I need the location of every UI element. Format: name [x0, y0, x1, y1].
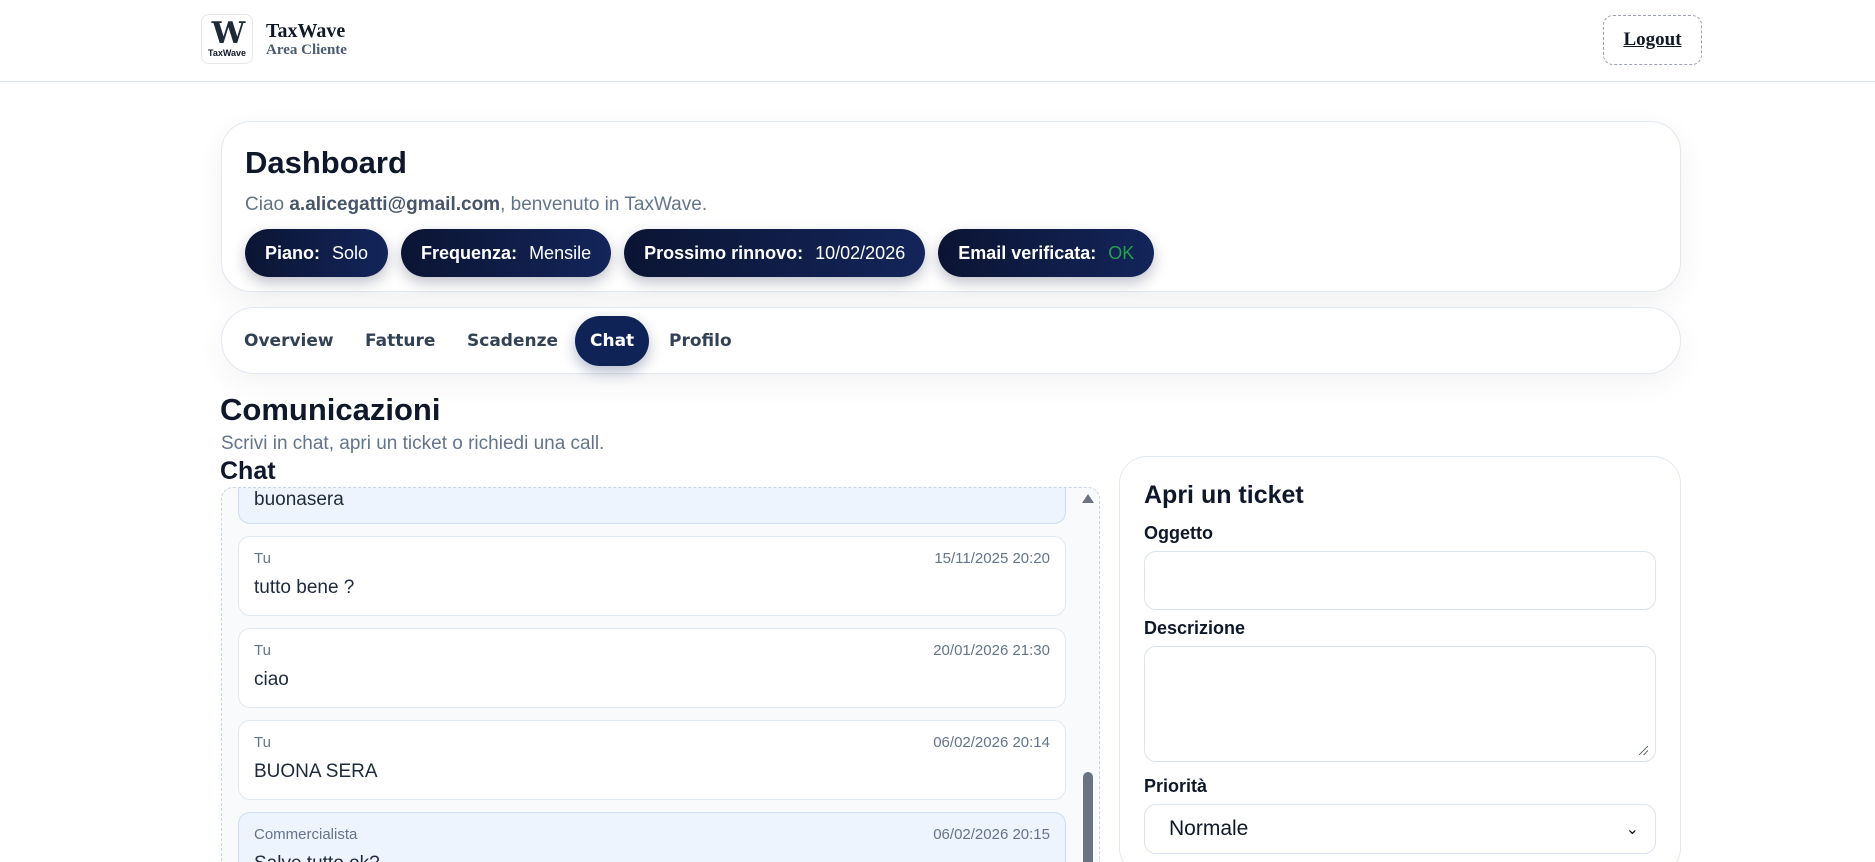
scrollbar-thumb[interactable]: [1083, 772, 1093, 862]
pill-key: Email verificata:: [958, 242, 1097, 263]
section-subtitle: Scrivi in chat, apri un ticket o richied…: [221, 433, 605, 454]
chat-message: Commercialista 06/02/2026 20:15 Salve tu…: [238, 812, 1066, 862]
logo-text: TaxWave: [207, 48, 247, 58]
tab-fatture[interactable]: Fatture: [365, 316, 435, 366]
pill-value: Mensile: [529, 242, 592, 263]
message-author: Commercialista: [254, 826, 358, 843]
chevron-down-icon: ⌄: [1625, 821, 1639, 838]
description-label: Descrizione: [1144, 618, 1246, 638]
message-author: Tu: [254, 550, 271, 567]
chat-message: Tu 15/11/2025 20:20 tutto bene ?: [238, 536, 1066, 616]
chat-message: buonasera: [238, 488, 1066, 524]
pill-value: Solo: [332, 242, 369, 263]
logout-button[interactable]: Logout: [1603, 15, 1702, 65]
subject-input[interactable]: [1144, 551, 1656, 610]
ticket-title: Apri un ticket: [1144, 481, 1304, 509]
message-time: 15/11/2025 20:20: [934, 550, 1050, 567]
greeting: Ciao a.alicegatti@gmail.com, benvenuto i…: [245, 194, 707, 216]
priority-select[interactable]: Normale ⌄: [1144, 804, 1656, 854]
email-verified-pill: Email verificata: OK: [938, 229, 1155, 277]
chat-message: Tu 20/01/2026 21:30 ciao: [238, 628, 1066, 708]
tab-scadenze[interactable]: Scadenze: [467, 316, 558, 366]
status-badge: OK: [1108, 242, 1135, 263]
pill-key: Prossimo rinnovo:: [644, 242, 804, 263]
top-bar: W TaxWave TaxWave Area Cliente Logout: [0, 0, 1875, 82]
priority-label: Priorità: [1144, 776, 1208, 796]
frequency-pill: Frequenza: Mensile: [401, 229, 612, 277]
message-text: BUONA SERA: [254, 761, 378, 782]
message-text: tutto bene ?: [254, 577, 355, 598]
brand-subtitle: Area Cliente: [266, 42, 347, 58]
dashboard-card: Dashboard Ciao a.alicegatti@gmail.com, b…: [221, 121, 1681, 292]
tab-bar: Overview Fatture Scadenze Chat Profilo: [221, 307, 1681, 374]
tab-overview[interactable]: Overview: [244, 316, 334, 366]
message-text: buonasera: [254, 489, 344, 510]
chat-title: Chat: [220, 457, 276, 485]
message-time: 06/02/2026 20:14: [933, 734, 1050, 751]
priority-value: Normale: [1169, 817, 1249, 840]
brand[interactable]: W TaxWave TaxWave Area Cliente: [201, 14, 347, 64]
logo: W TaxWave: [201, 14, 253, 64]
message-author: Tu: [254, 734, 271, 751]
scroll-up-arrow-icon[interactable]: [1082, 494, 1094, 503]
message-author: Tu: [254, 642, 271, 659]
pill-key: Piano:: [265, 242, 321, 263]
message-text: ciao: [254, 669, 289, 690]
greeting-prefix: Ciao: [245, 194, 290, 215]
greeting-suffix: , benvenuto in TaxWave.: [500, 194, 708, 215]
account-pills: Piano: Solo Frequenza: Mensile Prossimo …: [245, 229, 1167, 277]
message-time: 06/02/2026 20:15: [933, 826, 1050, 843]
tab-chat[interactable]: Chat: [575, 316, 650, 366]
logo-glyph: W: [211, 16, 246, 51]
ticket-form: Apri un ticket Oggetto Descrizione Prior…: [1119, 456, 1681, 862]
renewal-pill: Prossimo rinnovo: 10/02/2026: [624, 229, 926, 277]
chat-messages[interactable]: buonasera Tu 15/11/2025 20:20 tutto bene…: [221, 487, 1100, 862]
user-email: a.alicegatti@gmail.com: [289, 194, 501, 215]
description-textarea[interactable]: [1144, 646, 1656, 762]
message-text: Salve tutto ok?: [254, 853, 380, 862]
brand-name: TaxWave: [266, 20, 346, 42]
plan-pill: Piano: Solo: [245, 229, 389, 277]
pill-key: Frequenza:: [421, 242, 518, 263]
page-title: Dashboard: [245, 145, 407, 180]
section-title: Comunicazioni: [220, 392, 441, 427]
resize-handle-icon[interactable]: [1639, 746, 1648, 755]
chat-message: Tu 06/02/2026 20:14 BUONA SERA: [238, 720, 1066, 800]
message-time: 20/01/2026 21:30: [933, 642, 1050, 659]
tab-profilo[interactable]: Profilo: [669, 316, 732, 366]
subject-label: Oggetto: [1144, 523, 1213, 543]
pill-value: 10/02/2026: [815, 242, 906, 263]
